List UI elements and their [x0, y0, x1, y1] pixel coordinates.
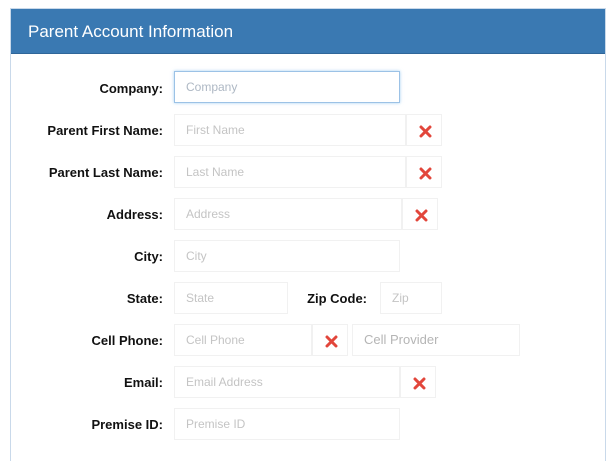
email-input[interactable]: Email Address [174, 366, 400, 398]
last-name-clear-button[interactable] [406, 156, 442, 188]
state-label: State: [126, 291, 163, 306]
clear-x-icon [413, 377, 426, 390]
panel-header: Parent Account Information [11, 9, 605, 54]
city-label: City: [134, 249, 163, 264]
premise-id-input[interactable]: Premise ID [174, 408, 400, 440]
last-name-label: Parent Last Name: [48, 165, 163, 180]
address-clear-button[interactable] [402, 198, 438, 230]
email-clear-button[interactable] [400, 366, 436, 398]
email-label: Email: [123, 375, 163, 390]
clear-x-icon [419, 125, 432, 138]
clear-x-icon [415, 209, 428, 222]
cell-phone-clear-button[interactable] [312, 324, 348, 356]
company-input[interactable]: Company [174, 71, 400, 103]
clear-x-icon [419, 167, 432, 180]
state-input[interactable]: State [174, 282, 288, 314]
first-name-clear-button[interactable] [406, 114, 442, 146]
zip-code-label: Zip Code: [307, 291, 367, 306]
last-name-input[interactable]: Last Name [174, 156, 406, 188]
premise-id-label: Premise ID: [91, 417, 163, 432]
cell-phone-label: Cell Phone: [91, 333, 163, 348]
cell-provider-select[interactable]: Cell Provider [352, 324, 520, 356]
zip-input[interactable]: Zip [380, 282, 442, 314]
cell-phone-input[interactable]: Cell Phone [174, 324, 312, 356]
city-input[interactable]: City [174, 240, 400, 272]
address-input[interactable]: Address [174, 198, 402, 230]
address-label: Address: [106, 207, 163, 222]
company-label: Company: [99, 81, 163, 96]
clear-x-icon [325, 335, 338, 348]
first-name-input[interactable]: First Name [174, 114, 406, 146]
first-name-label: Parent First Name: [47, 123, 163, 138]
panel-title: Parent Account Information [28, 22, 234, 41]
